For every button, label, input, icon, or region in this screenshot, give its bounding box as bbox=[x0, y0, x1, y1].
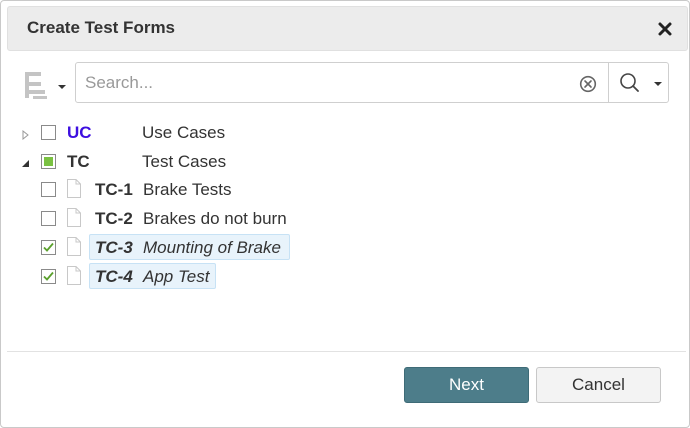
tree-node-label: App Test bbox=[143, 267, 210, 286]
tree-node-label: Test Cases bbox=[142, 152, 227, 171]
search-options-button[interactable] bbox=[617, 72, 665, 94]
tree-node-tc-1[interactable]: TC-1 Brake Tests bbox=[1, 176, 690, 202]
tree-checkbox[interactable] bbox=[41, 125, 56, 140]
tree-checkbox[interactable] bbox=[41, 182, 56, 197]
tree-node-code: TC-4 bbox=[95, 267, 133, 286]
tree-node-label: Brake Tests bbox=[143, 180, 232, 199]
tree-checkbox-checked[interactable] bbox=[41, 240, 56, 255]
dialog-header: Create Test Forms bbox=[7, 6, 688, 51]
tree-view-dropdown-button[interactable] bbox=[23, 71, 71, 101]
tree-node-label: Brakes do not burn bbox=[143, 209, 287, 228]
tree-node-code: TC-1 bbox=[95, 180, 133, 199]
close-icon[interactable] bbox=[657, 21, 673, 37]
tree-node-tc[interactable]: TC Test Cases bbox=[1, 148, 690, 174]
tree-node-code: UC bbox=[67, 123, 92, 142]
tree-checkbox-checked[interactable] bbox=[41, 269, 56, 284]
document-icon bbox=[67, 179, 81, 198]
tree-checkbox[interactable] bbox=[41, 211, 56, 226]
tree-node-uc[interactable]: UC Use Cases bbox=[1, 119, 690, 145]
document-icon bbox=[67, 237, 81, 256]
next-button[interactable]: Next bbox=[404, 367, 529, 403]
expand-triangle-icon[interactable] bbox=[21, 127, 31, 141]
tree-checkbox-partial[interactable] bbox=[41, 154, 56, 169]
document-icon bbox=[67, 266, 81, 285]
tree-node-tc-4[interactable]: TC-4 App Test bbox=[1, 263, 690, 289]
tree-node-tc-2[interactable]: TC-2 Brakes do not burn bbox=[1, 205, 690, 231]
document-icon bbox=[67, 208, 81, 227]
tree-node-code: TC-3 bbox=[95, 238, 133, 257]
collapse-triangle-icon[interactable] bbox=[21, 156, 31, 167]
tree-node-code: TC-2 bbox=[95, 209, 133, 228]
hierarchy-icon bbox=[25, 72, 66, 99]
tree-node-code: TC bbox=[67, 152, 90, 171]
create-test-forms-dialog: Create Test Forms Search... UC Use Cases… bbox=[0, 0, 690, 428]
search-input[interactable] bbox=[77, 64, 572, 101]
magnifier-icon bbox=[620, 73, 662, 92]
tree-node-label: Use Cases bbox=[142, 123, 226, 142]
tree-node-tc-3[interactable]: TC-3 Mounting of Brake bbox=[1, 234, 690, 260]
cancel-button[interactable]: Cancel bbox=[536, 367, 661, 403]
dialog-title: Create Test Forms bbox=[27, 18, 176, 37]
search-divider bbox=[608, 63, 609, 102]
tree-node-label: Mounting of Brake bbox=[143, 238, 281, 257]
clear-circle-icon[interactable] bbox=[579, 75, 597, 93]
search-box bbox=[75, 62, 669, 103]
footer-divider bbox=[7, 351, 686, 352]
